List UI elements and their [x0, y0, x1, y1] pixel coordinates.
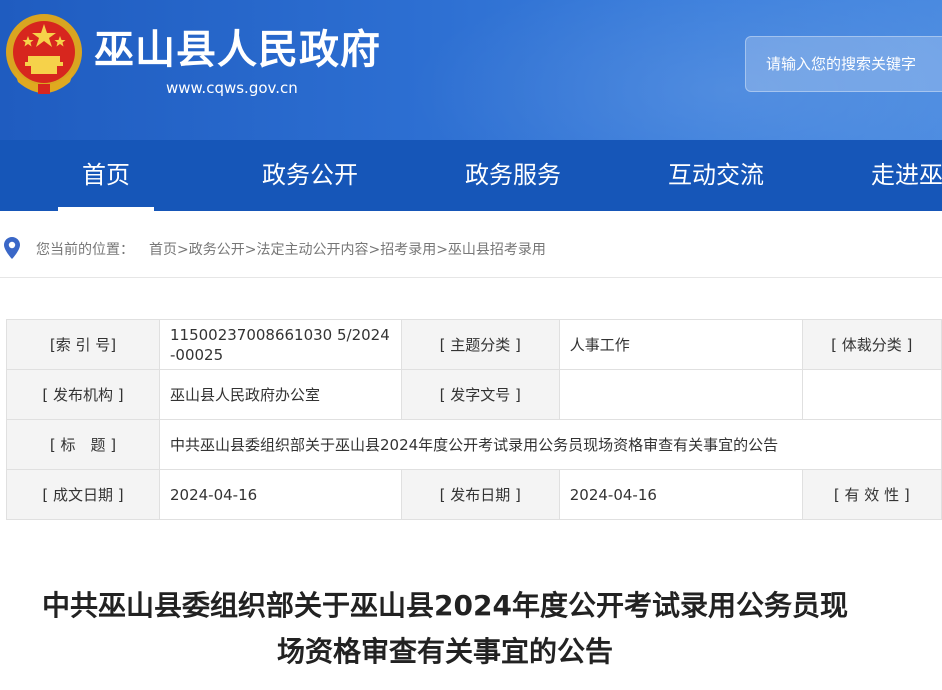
created-date-value: 2024-04-16 [158, 469, 402, 520]
genre-category-label: [ 体裁分类 ] [801, 319, 942, 370]
nav-item-government-affairs[interactable]: 政务公开 [254, 140, 366, 211]
validity-label: [ 有 效 性 ] [801, 469, 942, 520]
document-metadata-table: [索 引 号] 11500237008661030 5/2024-00025 [… [6, 319, 942, 520]
nav-item-home[interactable]: 首页 [58, 140, 154, 211]
breadcrumb: 您当前的位置： 首页>政务公开>法定主动公开内容>招考录用>巫山县招考录用 [0, 211, 942, 278]
article-title: 中共巫山县委组织部关于巫山县2024年度公开考试录用公务员现 场资格审查有关事宜… [0, 583, 890, 675]
publishing-org-label: [ 发布机构 ] [6, 369, 160, 420]
index-number-label: [索 引 号] [6, 319, 160, 370]
topic-category-value: 人事工作 [558, 319, 803, 370]
title-value: 中共巫山县委组织部关于巫山县2024年度公开考试录用公务员现场资格审查有关事宜的… [158, 419, 942, 470]
index-number-value: 11500237008661030 5/2024-00025 [158, 319, 402, 370]
document-number-label: [ 发字文号 ] [400, 369, 560, 420]
breadcrumb-path[interactable]: 首页>政务公开>法定主动公开内容>招考录用>巫山县招考录用 [149, 239, 546, 259]
article-title-line-2: 场资格审查有关事宜的公告 [276, 635, 613, 668]
document-number-value [558, 369, 803, 420]
site-title[interactable]: 巫山县人民政府 [94, 24, 381, 76]
created-date-label: [ 成文日期 ] [6, 469, 160, 520]
table-row: [ 成文日期 ] 2024-04-16 [ 发布日期 ] 2024-04-16 … [6, 469, 942, 520]
search-placeholder: 请输入您的搜索关键字 [766, 55, 917, 73]
national-emblem-icon[interactable] [4, 12, 84, 96]
breadcrumb-prefix: 您当前的位置： [36, 242, 134, 258]
topic-category-label: [ 主题分类 ] [400, 319, 560, 370]
published-date-value: 2024-04-16 [558, 469, 803, 520]
table-row: [ 标 题 ] 中共巫山县委组织部关于巫山县2024年度公开考试录用公务员现场资… [6, 419, 942, 470]
table-row: [索 引 号] 11500237008661030 5/2024-00025 [… [6, 319, 942, 370]
location-pin-icon [4, 237, 20, 259]
title-label: [ 标 题 ] [6, 419, 160, 470]
table-row: [ 发布机构 ] 巫山县人民政府办公室 [ 发字文号 ] [6, 369, 942, 420]
nav-item-interaction[interactable]: 互动交流 [660, 140, 772, 211]
search-input[interactable]: 请输入您的搜索关键字 [745, 36, 942, 92]
publishing-org-value: 巫山县人民政府办公室 [158, 369, 402, 420]
nav-item-about-wushan[interactable]: 走进巫山 [871, 140, 942, 211]
site-header: 巫山县人民政府 www.cqws.gov.cn 请输入您的搜索关键字 [0, 0, 942, 140]
nav-item-government-services[interactable]: 政务服务 [457, 140, 569, 211]
site-url: www.cqws.gov.cn [166, 79, 298, 97]
table-cell-empty [801, 369, 942, 420]
published-date-label: [ 发布日期 ] [400, 469, 560, 520]
article-title-line-1: 中共巫山县委组织部关于巫山县2024年度公开考试录用公务员现 [42, 589, 848, 622]
main-nav: 首页 政务公开 政务服务 互动交流 走进巫山 [0, 140, 942, 211]
